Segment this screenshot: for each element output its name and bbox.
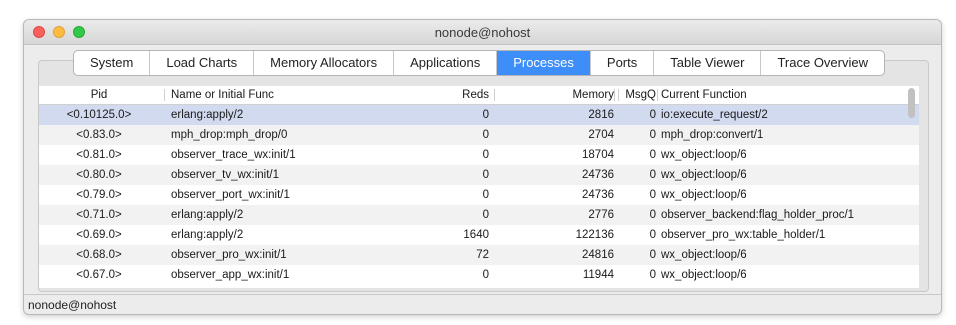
window-title: nonode@nohost <box>434 25 531 40</box>
cell-reds: 0 <box>482 189 489 201</box>
cell-msgq: 0 <box>649 189 656 201</box>
cell-func: mph_drop:convert/1 <box>661 129 764 141</box>
cell-memory: 11944 <box>582 269 614 281</box>
cell-reds: 1640 <box>463 229 489 241</box>
column-separator[interactable] <box>657 89 658 101</box>
tab-bar: System Load Charts Memory Allocators Applic… <box>73 50 885 76</box>
cell-reds: 0 <box>482 169 489 181</box>
cell-memory: 2816 <box>588 109 614 121</box>
tab-memory-allocators[interactable]: Memory Allocators <box>254 51 395 75</box>
cell-pid: <0.71.0> <box>76 209 122 221</box>
cell-reds: 0 <box>482 129 489 141</box>
cell-memory: 24736 <box>582 169 614 181</box>
cell-reds: 0 <box>482 269 489 281</box>
column-separator[interactable] <box>494 89 495 101</box>
table-row[interactable]: <0.83.0> mph_drop:mph_drop/0 0 2704 0 mph_dro… <box>39 125 919 145</box>
column-header-msgq[interactable]: MsgQ <box>621 88 656 102</box>
cell-pid: <0.10125.0> <box>66 109 132 121</box>
cell-memory: 24816 <box>582 249 614 261</box>
cell-func: wx_object:loop/6 <box>661 189 747 201</box>
cell-reds: 0 <box>482 109 489 121</box>
cell-memory: 18704 <box>582 149 614 161</box>
cell-pid: <0.69.0> <box>76 229 122 241</box>
tab-ports[interactable]: Ports <box>591 51 655 75</box>
cell-reds: 0 <box>482 149 489 161</box>
cell-msgq: 0 <box>649 149 656 161</box>
vertical-scrollbar[interactable] <box>908 88 915 118</box>
tab-load-charts[interactable]: Load Charts <box>150 51 255 75</box>
cell-pid: <0.79.0> <box>76 189 122 201</box>
column-header-pid[interactable]: Pid <box>39 88 159 102</box>
tab-applications[interactable]: Applications <box>394 51 498 75</box>
column-separator[interactable] <box>164 89 165 101</box>
tab-table-viewer[interactable]: Table Viewer <box>654 51 762 75</box>
cell-msgq: 0 <box>649 269 656 281</box>
tab-trace-overview[interactable]: Trace Overview <box>761 51 884 75</box>
table-row[interactable]: <0.69.0> erlang:apply/2 1640 122136 0 observe… <box>39 225 919 245</box>
cell-msgq: 0 <box>649 229 656 241</box>
column-header-current-function[interactable]: Current Function <box>661 88 919 102</box>
cell-pid: <0.67.0> <box>76 269 122 281</box>
cell-memory: 2704 <box>588 129 614 141</box>
process-list[interactable]: Pid Name or Initial Func Reds Memory Msg… <box>39 86 919 288</box>
tab-processes[interactable]: Processes <box>497 51 591 75</box>
cell-msgq: 0 <box>649 129 656 141</box>
table-row[interactable]: <0.71.0> erlang:apply/2 0 2776 0 observer_bac… <box>39 205 919 225</box>
tab-system[interactable]: System <box>74 51 151 75</box>
cell-memory: 122136 <box>575 229 614 241</box>
cell-msgq: 0 <box>649 249 656 261</box>
cell-msgq: 0 <box>649 109 656 121</box>
cell-msgq: 0 <box>649 169 656 181</box>
cell-reds: 72 <box>476 249 489 261</box>
table-row[interactable]: <0.68.0> observer_pro_wx:init/1 72 24816 0 wx… <box>39 245 919 265</box>
table-row[interactable]: <0.81.0> observer_trace_wx:init/1 0 18704 0 w… <box>39 145 919 165</box>
cell-func: wx_object:loop/6 <box>661 169 747 181</box>
column-header-reds[interactable]: Reds <box>359 88 489 102</box>
column-header-memory[interactable]: Memory <box>499 88 614 102</box>
column-separator[interactable] <box>618 89 619 101</box>
cell-func: wx_object:loop/6 <box>661 249 747 261</box>
cell-pid: <0.83.0> <box>76 129 122 141</box>
cell-reds: 0 <box>482 209 489 221</box>
cell-pid: <0.81.0> <box>76 149 122 161</box>
status-bar: nonode@nohost <box>24 294 941 314</box>
column-separator[interactable] <box>614 89 615 101</box>
status-text: nonode@nohost <box>28 298 117 312</box>
cell-msgq: 0 <box>649 209 656 221</box>
list-header: Pid Name or Initial Func Reds Memory Msg… <box>39 86 919 105</box>
cell-pid: <0.80.0> <box>76 169 122 181</box>
cell-memory: 2776 <box>588 209 614 221</box>
cell-func: observer_pro_wx:table_holder/1 <box>661 229 826 241</box>
cell-func: observer_backend:flag_holder_proc/1 <box>661 209 855 221</box>
title-bar[interactable]: nonode@nohost <box>24 20 941 45</box>
table-row[interactable]: <0.67.0> observer_app_wx:init/1 0 11944 0 wx_… <box>39 265 919 285</box>
cell-func: io:execute_request/2 <box>661 109 768 121</box>
cell-func: wx_object:loop/6 <box>661 269 747 281</box>
table-row[interactable]: <0.80.0> observer_tv_wx:init/1 0 24736 0 wx_o… <box>39 165 919 185</box>
table-row[interactable]: <0.10125.0> erlang:apply/2 0 2816 0 io:execut… <box>39 105 919 125</box>
cell-pid: <0.68.0> <box>76 249 122 261</box>
table-row[interactable]: <0.79.0> observer_port_wx:init/1 0 24736 0 wx… <box>39 185 919 205</box>
cell-func: wx_object:loop/6 <box>661 149 747 161</box>
cell-memory: 24736 <box>582 189 614 201</box>
observer-window: nonode@nohost System Load Charts Memory Al… <box>23 19 942 315</box>
